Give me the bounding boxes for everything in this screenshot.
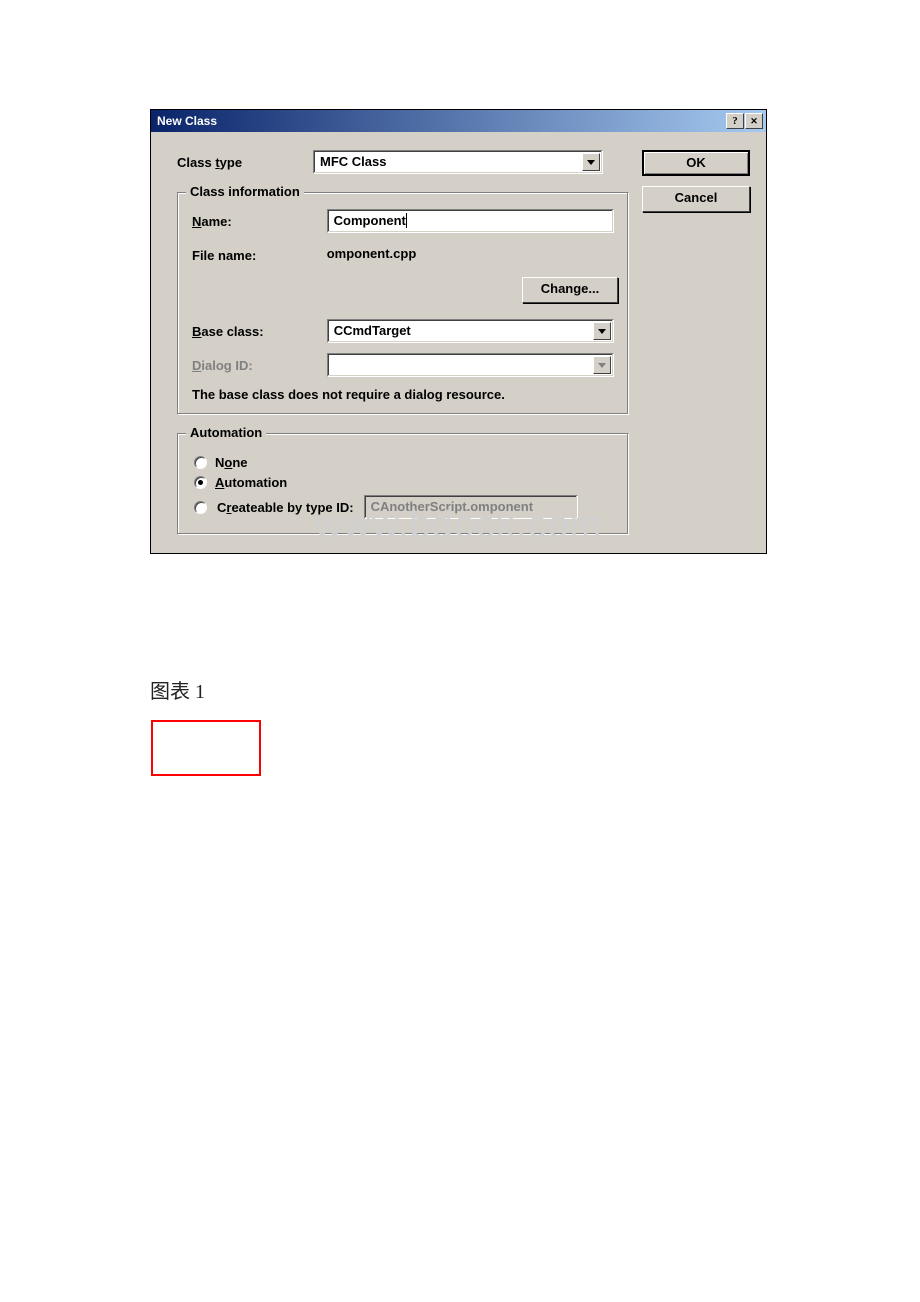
automation-group: Automation None Automation Createable by… bbox=[177, 433, 629, 535]
radio-automation-label[interactable]: Automation bbox=[215, 475, 287, 490]
automation-legend: Automation bbox=[186, 425, 266, 440]
file-name-label: File name: bbox=[192, 248, 327, 263]
class-info-legend: Class information bbox=[186, 184, 304, 199]
file-name-value: omponent.cpp bbox=[327, 243, 614, 267]
dialog-id-label: Dialog ID: bbox=[192, 358, 327, 373]
figure-caption: 图表 1 bbox=[150, 675, 205, 704]
red-highlight-box bbox=[151, 720, 261, 776]
radio-none[interactable] bbox=[194, 456, 207, 469]
titlebar-buttons bbox=[725, 113, 763, 129]
class-type-label: Class type bbox=[177, 155, 313, 170]
radio-createable-label[interactable]: Createable by type ID: bbox=[217, 500, 354, 515]
dialog-id-dropdown bbox=[327, 353, 614, 377]
chevron-down-icon[interactable] bbox=[582, 153, 600, 171]
help-icon[interactable] bbox=[726, 113, 744, 129]
dialog-info-text: The base class does not require a dialog… bbox=[192, 387, 614, 402]
radio-automation[interactable] bbox=[194, 476, 207, 489]
class-information-group: Class information Name: Component File n… bbox=[177, 192, 629, 415]
class-type-value: MFC Class bbox=[314, 151, 580, 173]
change-button[interactable]: Change... bbox=[522, 277, 618, 303]
radio-none-label[interactable]: None bbox=[215, 455, 248, 470]
chevron-down-icon[interactable] bbox=[593, 322, 611, 340]
base-class-dropdown[interactable]: CCmdTarget bbox=[327, 319, 614, 343]
titlebar: New Class bbox=[151, 110, 766, 132]
type-id-input: CAnotherScript.omponent bbox=[364, 495, 578, 519]
class-type-dropdown[interactable]: MFC Class bbox=[313, 150, 603, 174]
new-class-dialog: New Class OK Cancel Class type MFC Class… bbox=[150, 109, 767, 554]
name-label: Name: bbox=[192, 214, 327, 229]
dialog-id-value bbox=[328, 354, 591, 376]
base-class-value: CCmdTarget bbox=[328, 320, 591, 342]
close-icon[interactable] bbox=[745, 113, 763, 129]
radio-createable[interactable] bbox=[194, 501, 207, 514]
name-input[interactable]: Component bbox=[327, 209, 614, 233]
titlebar-text: New Class bbox=[157, 114, 725, 128]
base-class-label: Base class: bbox=[192, 324, 327, 339]
chevron-down-icon bbox=[593, 356, 611, 374]
